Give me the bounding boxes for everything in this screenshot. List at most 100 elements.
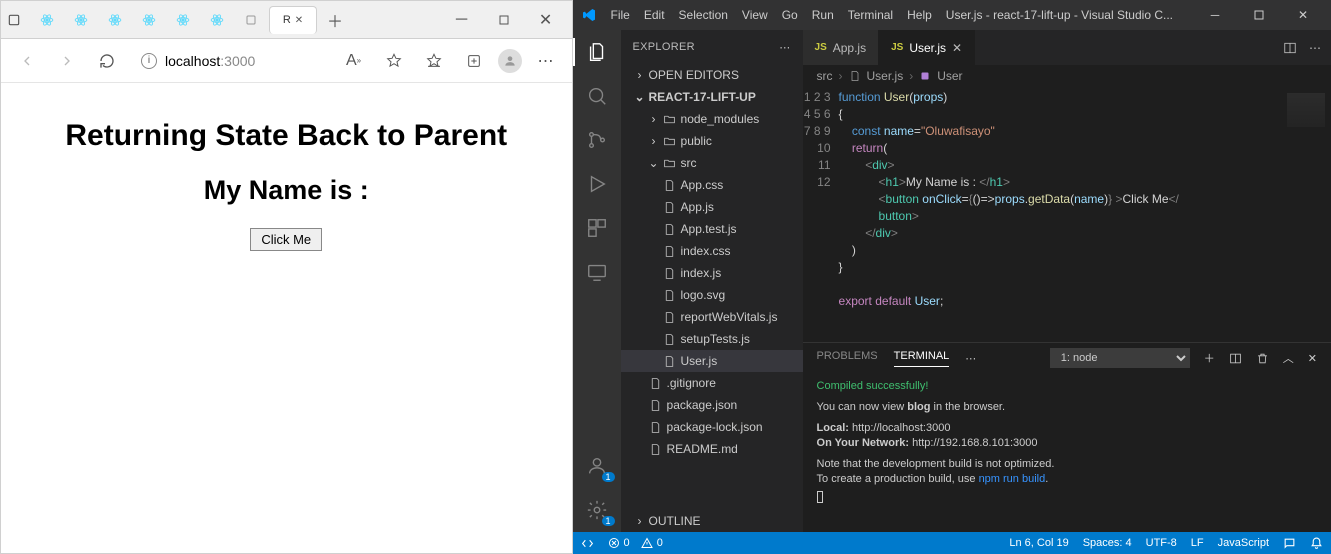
back-button[interactable] bbox=[11, 45, 43, 77]
editor-tabs: JSApp.js JSUser.js✕ ⋯ bbox=[803, 30, 1331, 65]
file-item[interactable]: .gitignore bbox=[621, 372, 803, 394]
close-button[interactable]: ✕ bbox=[1283, 8, 1323, 22]
close-button[interactable]: ✕ bbox=[526, 6, 566, 34]
editor-tab-appjs[interactable]: JSApp.js bbox=[803, 30, 880, 65]
explorer-activity[interactable] bbox=[585, 40, 609, 64]
minimize-button[interactable]: ─ bbox=[442, 6, 482, 34]
menu-run[interactable]: Run bbox=[812, 8, 834, 22]
tab-actions-icon[interactable] bbox=[7, 13, 21, 27]
problems-status[interactable]: 0 0 bbox=[608, 537, 663, 549]
encoding-status[interactable]: UTF-8 bbox=[1146, 537, 1177, 549]
collections-button[interactable] bbox=[458, 45, 490, 77]
browser-tab[interactable] bbox=[167, 6, 199, 34]
indentation-status[interactable]: Spaces: 4 bbox=[1083, 537, 1132, 549]
maximize-button[interactable] bbox=[484, 6, 524, 34]
file-item[interactable]: User.js bbox=[621, 350, 803, 372]
menu-help[interactable]: Help bbox=[907, 8, 932, 22]
menu-selection[interactable]: Selection bbox=[679, 8, 728, 22]
notifications-icon[interactable] bbox=[1310, 537, 1323, 550]
settings-activity[interactable]: 1 bbox=[585, 498, 609, 522]
minimap[interactable] bbox=[1281, 87, 1331, 342]
terminal-selector[interactable]: 1: node bbox=[1050, 348, 1190, 368]
vscode-logo-icon bbox=[581, 7, 597, 23]
minimize-button[interactable]: ─ bbox=[1195, 8, 1235, 22]
trash-icon[interactable] bbox=[1256, 352, 1269, 365]
browser-tab[interactable] bbox=[99, 6, 131, 34]
split-terminal-icon[interactable] bbox=[1229, 352, 1242, 365]
browser-tab[interactable] bbox=[31, 6, 63, 34]
file-item[interactable]: App.css bbox=[621, 174, 803, 196]
menu-file[interactable]: File bbox=[611, 8, 630, 22]
new-terminal-icon[interactable]: ＋ bbox=[1204, 350, 1215, 366]
file-item[interactable]: reportWebVitals.js bbox=[621, 306, 803, 328]
forward-button[interactable] bbox=[51, 45, 83, 77]
address-bar[interactable]: i localhost:3000 bbox=[131, 46, 330, 76]
folder-public[interactable]: ›public bbox=[621, 130, 803, 152]
file-item[interactable]: package-lock.json bbox=[621, 416, 803, 438]
file-item[interactable]: README.md bbox=[621, 438, 803, 460]
add-favorite-button[interactable] bbox=[378, 45, 410, 77]
menu-view[interactable]: View bbox=[742, 8, 768, 22]
code-editor[interactable]: 1 2 3 4 5 6 7 8 9 10 11 12 function User… bbox=[803, 87, 1331, 342]
close-panel-icon[interactable]: ✕ bbox=[1308, 352, 1317, 365]
terminal-output[interactable]: Compiled successfully! You can now view … bbox=[803, 373, 1331, 532]
read-aloud-button[interactable]: A» bbox=[338, 45, 370, 77]
breadcrumb[interactable]: src› User.js› User bbox=[803, 65, 1331, 87]
folder-src[interactable]: ⌄src bbox=[621, 152, 803, 174]
cursor-position[interactable]: Ln 6, Col 19 bbox=[1009, 537, 1068, 549]
new-tab-button[interactable]: ＋ bbox=[321, 6, 349, 34]
browser-tab[interactable] bbox=[133, 6, 165, 34]
editor-tab-userjs[interactable]: JSUser.js✕ bbox=[879, 30, 975, 65]
search-activity[interactable] bbox=[585, 84, 609, 108]
more-icon[interactable]: ⋯ bbox=[779, 41, 790, 54]
refresh-button[interactable] bbox=[91, 45, 123, 77]
close-icon[interactable]: ✕ bbox=[295, 15, 303, 26]
file-item[interactable]: logo.svg bbox=[621, 284, 803, 306]
remote-activity[interactable] bbox=[585, 260, 609, 284]
split-editor-icon[interactable] bbox=[1283, 41, 1297, 55]
browser-tab[interactable] bbox=[201, 6, 233, 34]
more-button[interactable]: ⋯ bbox=[530, 45, 562, 77]
project-root[interactable]: ⌄REACT-17-LIFT-UP bbox=[621, 86, 803, 108]
favorites-button[interactable] bbox=[418, 45, 450, 77]
browser-tab-active[interactable]: R ✕ bbox=[269, 6, 317, 34]
file-item[interactable]: package.json bbox=[621, 394, 803, 416]
site-info-icon[interactable]: i bbox=[141, 53, 157, 69]
folder-node-modules[interactable]: ›node_modules bbox=[621, 108, 803, 130]
browser-tab[interactable] bbox=[65, 6, 97, 34]
outline-section[interactable]: ›OUTLINE bbox=[621, 510, 803, 532]
file-item[interactable]: index.css bbox=[621, 240, 803, 262]
file-item[interactable]: App.js bbox=[621, 196, 803, 218]
folder-icon bbox=[663, 112, 677, 126]
run-debug-activity[interactable] bbox=[585, 172, 609, 196]
file-icon bbox=[663, 354, 677, 368]
problems-tab[interactable]: PROBLEMS bbox=[817, 350, 878, 366]
window-controls: ─ ✕ bbox=[442, 6, 566, 34]
feedback-icon[interactable] bbox=[1283, 537, 1296, 550]
menu-go[interactable]: Go bbox=[782, 8, 798, 22]
file-item[interactable]: App.test.js bbox=[621, 218, 803, 240]
more-tabs[interactable]: ⋯ bbox=[965, 352, 978, 365]
menu-edit[interactable]: Edit bbox=[644, 8, 665, 22]
extensions-activity[interactable] bbox=[585, 216, 609, 240]
explorer-title: EXPLORER bbox=[633, 41, 695, 53]
open-editors-section[interactable]: ›OPEN EDITORS bbox=[621, 64, 803, 86]
file-item[interactable]: index.js bbox=[621, 262, 803, 284]
maximize-panel-icon[interactable]: ︿ bbox=[1283, 350, 1294, 366]
menu-terminal[interactable]: Terminal bbox=[848, 8, 893, 22]
profile-button[interactable] bbox=[498, 49, 522, 73]
file-icon bbox=[663, 244, 677, 258]
maximize-button[interactable] bbox=[1239, 8, 1279, 22]
close-icon[interactable]: ✕ bbox=[952, 41, 962, 55]
file-item[interactable]: setupTests.js bbox=[621, 328, 803, 350]
language-status[interactable]: JavaScript bbox=[1218, 537, 1269, 549]
browser-tab[interactable] bbox=[235, 6, 267, 34]
accounts-activity[interactable]: 1 bbox=[585, 454, 609, 478]
sidebar-header: EXPLORER ⋯ bbox=[621, 30, 803, 64]
more-icon[interactable]: ⋯ bbox=[1309, 41, 1321, 55]
source-control-activity[interactable] bbox=[585, 128, 609, 152]
eol-status[interactable]: LF bbox=[1191, 537, 1204, 549]
terminal-tab[interactable]: TERMINAL bbox=[894, 350, 950, 367]
click-me-button[interactable]: Click Me bbox=[250, 228, 322, 251]
remote-indicator[interactable] bbox=[581, 537, 594, 550]
